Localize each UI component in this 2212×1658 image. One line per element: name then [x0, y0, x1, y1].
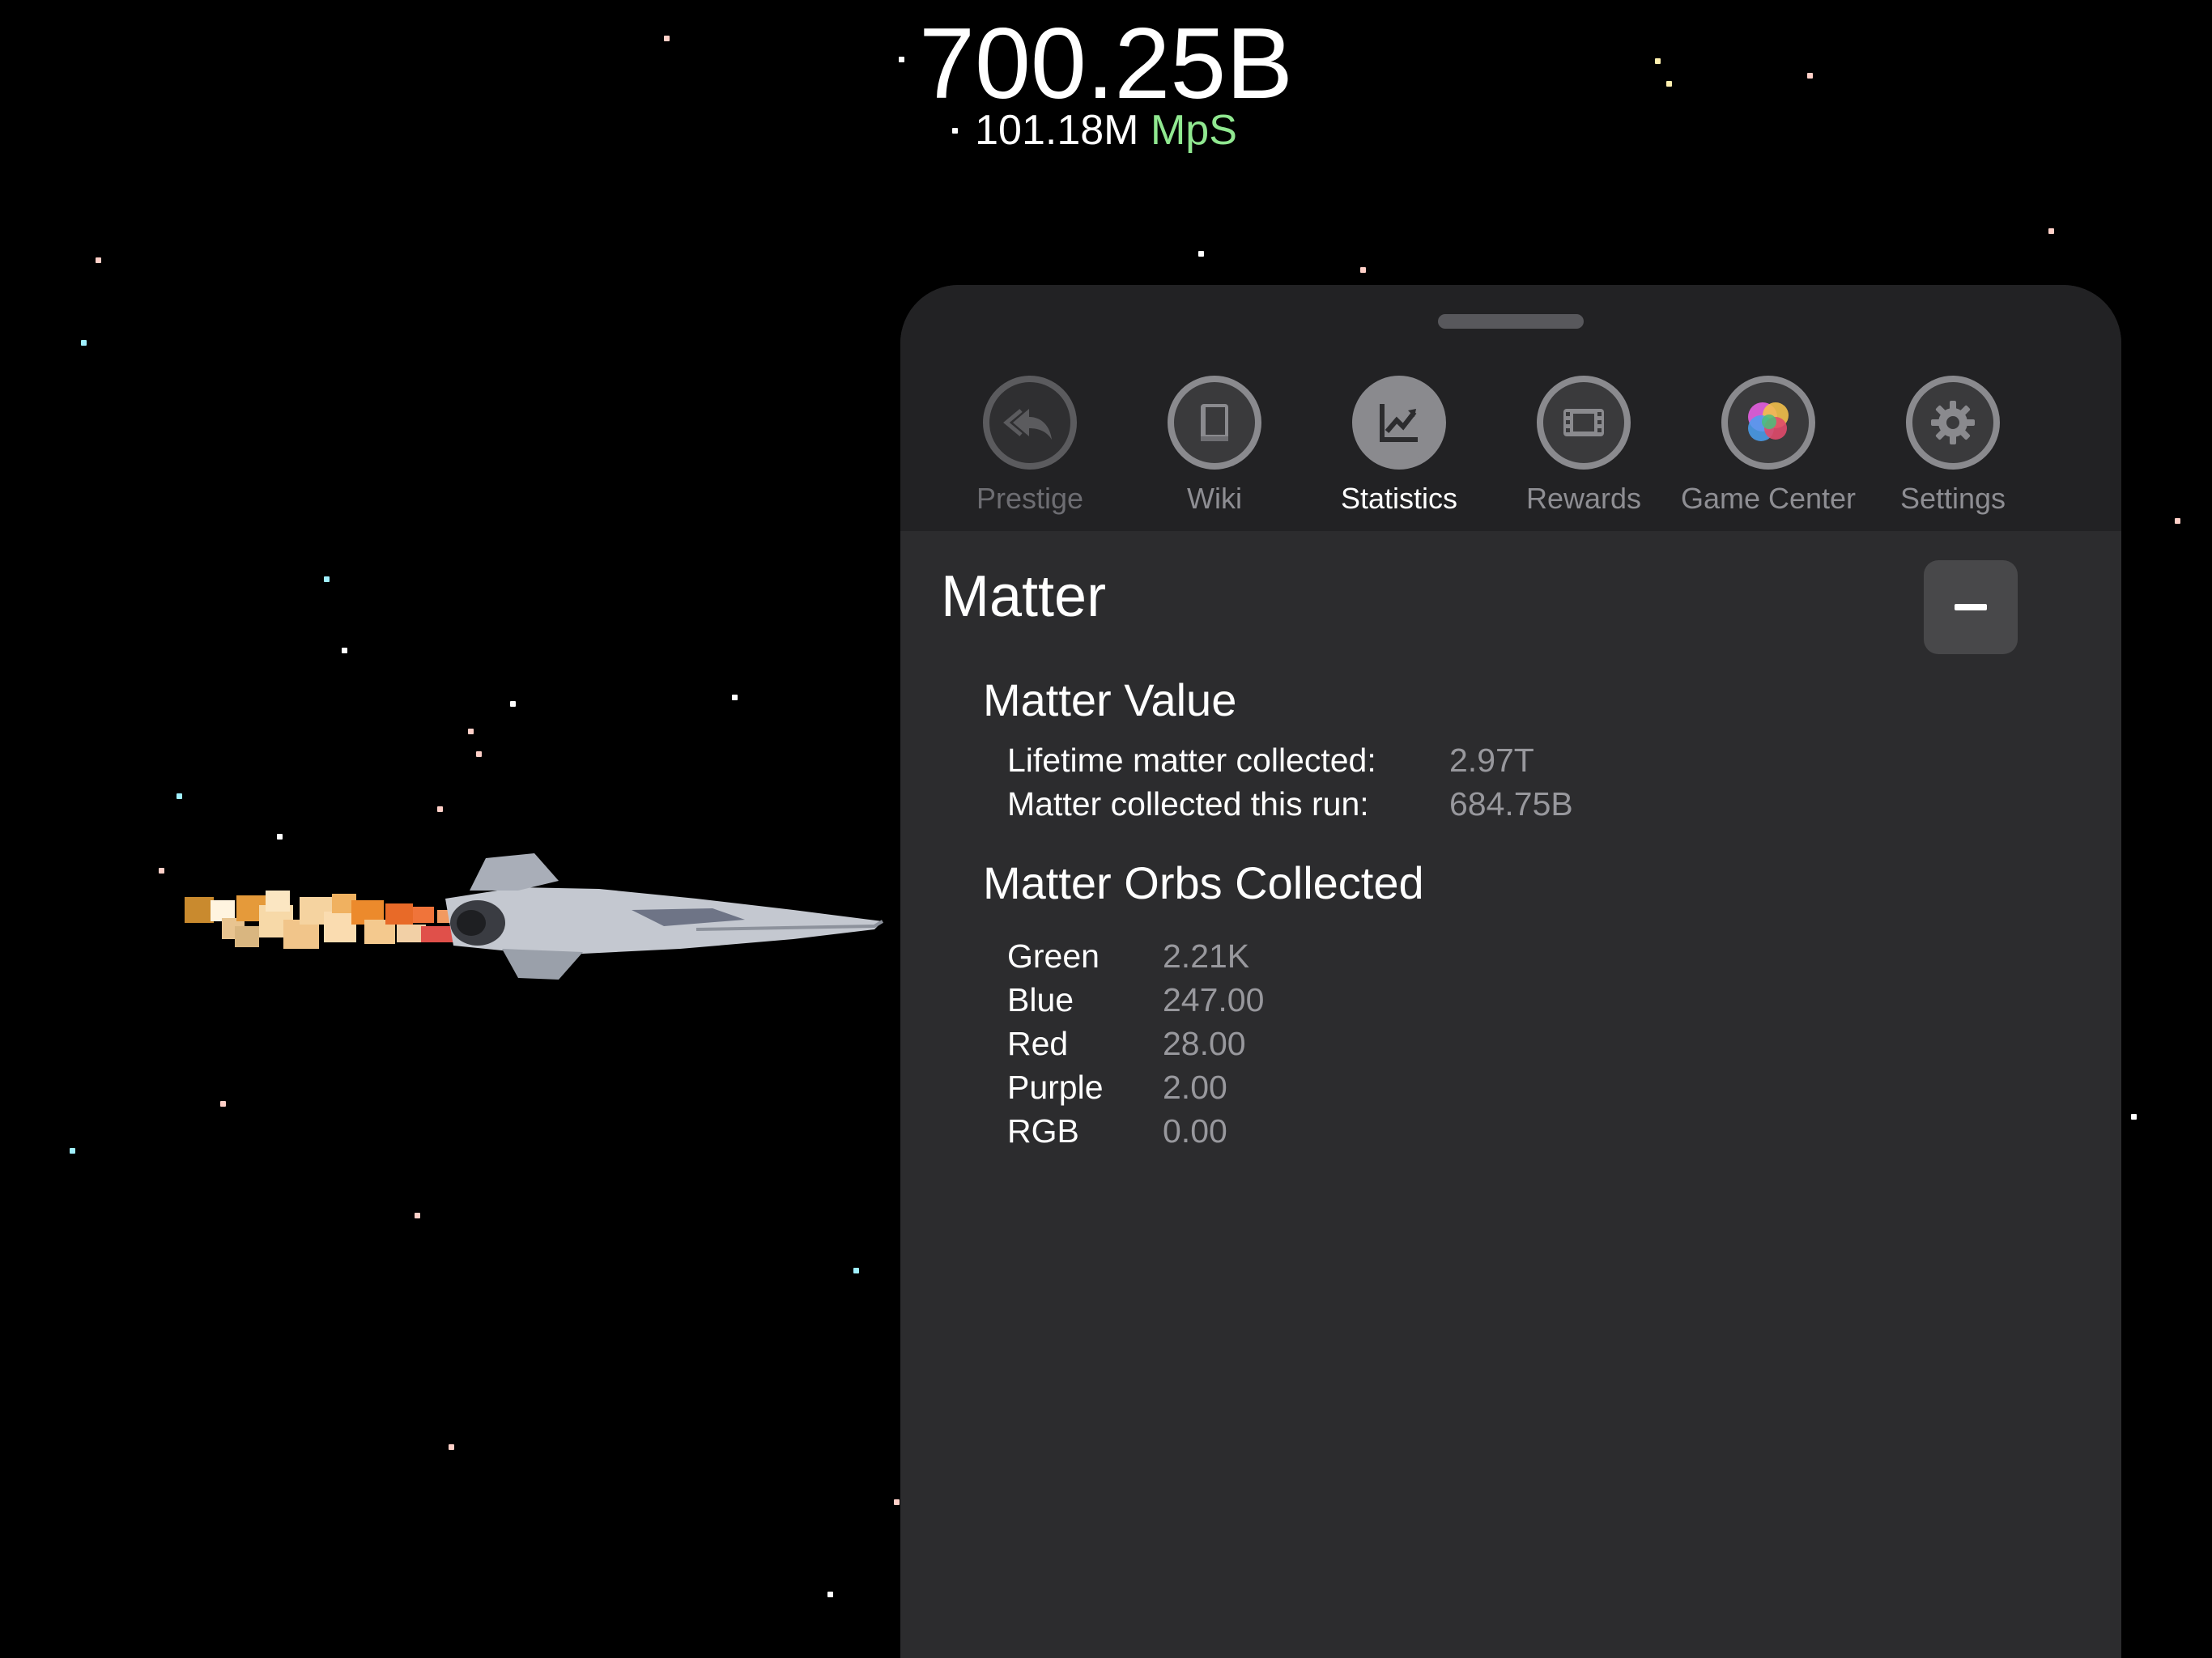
star — [437, 806, 443, 812]
star — [2048, 228, 2054, 234]
star — [2175, 518, 2180, 524]
collapse-section-button[interactable] — [1924, 560, 2018, 654]
spaceship — [185, 853, 884, 980]
stat-label: Red — [1007, 1025, 1069, 1062]
star — [81, 340, 87, 346]
minus-icon — [1955, 604, 1987, 610]
game-scene[interactable]: 700.25B 101.18M MpS Prestige Wiki Statis… — [0, 0, 2212, 1658]
panel-drag-handle[interactable] — [1438, 314, 1584, 329]
star — [342, 648, 347, 653]
tab-label: Settings — [1899, 482, 2006, 515]
star — [468, 729, 474, 734]
stat-label: Purple — [1007, 1069, 1104, 1106]
matter-rate-value: 101.18M — [975, 107, 1139, 154]
tab-wiki[interactable]: Wiki — [1122, 376, 1307, 529]
section-title: Matter — [941, 564, 1107, 629]
star — [2131, 1114, 2137, 1120]
tab-rewards[interactable]: Rewards — [1491, 376, 1676, 529]
star — [70, 1148, 75, 1154]
game-center-icon — [1721, 376, 1815, 470]
star — [177, 793, 182, 799]
star — [476, 751, 482, 757]
tab-statistics[interactable]: Statistics — [1307, 376, 1491, 529]
gear-icon — [1906, 376, 2000, 470]
ship-hull — [445, 853, 884, 980]
star — [324, 576, 330, 582]
tab-settings[interactable]: Settings — [1861, 376, 2045, 529]
star — [1360, 267, 1366, 273]
tab-prestige[interactable]: Prestige — [938, 376, 1122, 529]
stat-label: Lifetime matter collected: — [1007, 742, 1376, 779]
stat-value: 2.21K — [1163, 937, 1250, 975]
book-icon — [1168, 376, 1261, 470]
star — [853, 1268, 859, 1273]
tab-game-center[interactable]: Game Center — [1676, 376, 1861, 529]
star — [510, 701, 516, 707]
star — [220, 1101, 226, 1107]
film-icon — [1537, 376, 1631, 470]
stat-value: 0.00 — [1163, 1112, 1227, 1150]
star — [449, 1444, 454, 1450]
star — [732, 695, 738, 700]
stat-value: 28.00 — [1163, 1025, 1246, 1062]
matter-rate: 101.18M MpS — [0, 104, 2212, 157]
stats-panel: Prestige Wiki Statistics Rewards Game Ce… — [900, 285, 2121, 1658]
panel-tab-bar: Prestige Wiki Statistics Rewards Game Ce… — [900, 285, 2121, 531]
star — [1198, 251, 1204, 257]
exhaust-flame — [185, 891, 457, 949]
stat-value: 2.97T — [1449, 742, 1534, 779]
stat-label: Matter collected this run: — [1007, 785, 1369, 823]
matter-orbs-heading: Matter Orbs Collected — [983, 857, 1424, 908]
stat-value: 2.00 — [1163, 1069, 1227, 1106]
matter-rate-unit: MpS — [1150, 107, 1237, 154]
stat-value: 684.75B — [1449, 785, 1573, 823]
matter-value-heading: Matter Value — [983, 674, 1237, 725]
stat-label: Green — [1007, 937, 1100, 975]
star — [827, 1592, 833, 1597]
star — [415, 1213, 420, 1218]
prestige-icon — [983, 376, 1077, 470]
star — [159, 868, 164, 874]
stat-label: Blue — [1007, 981, 1074, 1018]
star — [96, 257, 101, 263]
stat-label: RGB — [1007, 1112, 1079, 1150]
chart-icon — [1352, 376, 1446, 470]
star — [277, 834, 283, 840]
stat-value: 247.00 — [1163, 981, 1265, 1018]
star — [894, 1499, 900, 1505]
